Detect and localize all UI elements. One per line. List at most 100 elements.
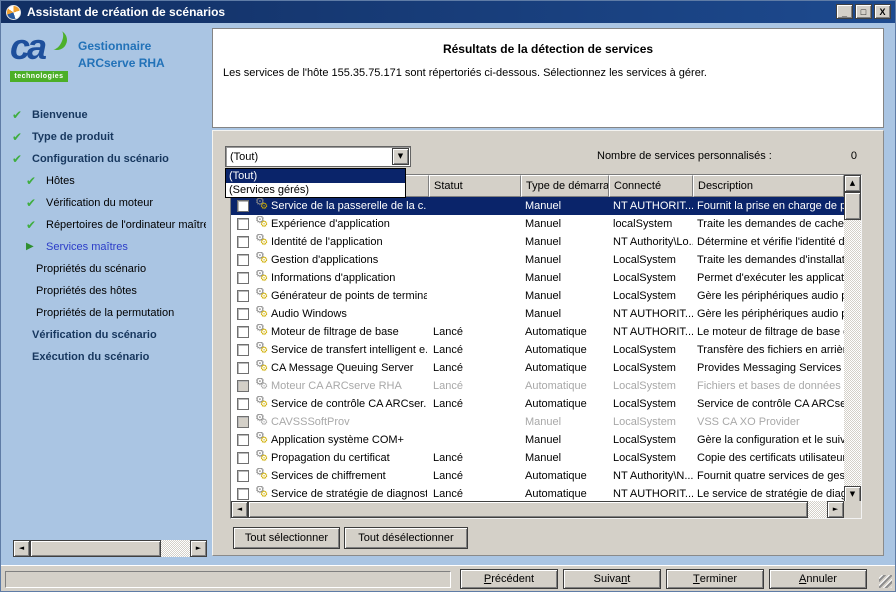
- service-checkbox-cell: [231, 308, 254, 320]
- service-description: Le moteur de filtrage de base es: [693, 326, 844, 338]
- service-row[interactable]: ⚙⚙ Service de contrôle CA ARCser... Lanc…: [231, 395, 844, 413]
- deselect-all-button[interactable]: Tout désélectionner: [344, 527, 468, 549]
- finish-button[interactable]: Terminer: [666, 569, 764, 589]
- wizard-step-type-de-produit[interactable]: ✔ Type de produit: [8, 126, 206, 148]
- column-header[interactable]: Description: [693, 175, 844, 197]
- service-gears-icon: ⚙⚙: [254, 324, 271, 340]
- service-filter-combobox[interactable]: (Tout) ▼: [225, 146, 411, 167]
- scroll-left-icon[interactable]: ◄: [231, 501, 248, 518]
- service-row[interactable]: ⚙⚙ CA Message Queuing Server Lancé Autom…: [231, 359, 844, 377]
- sidebar-hscrollbar[interactable]: ◄ ►: [13, 540, 207, 557]
- service-checkbox[interactable]: [237, 290, 249, 302]
- wizard-step-propri-t-s-du-sc-nario[interactable]: Propriétés du scénario: [8, 258, 206, 280]
- service-row[interactable]: ⚙⚙ Expérience d'application Manuel local…: [231, 215, 844, 233]
- service-row[interactable]: ⚙⚙ Gestion d'applications Manuel LocalSy…: [231, 251, 844, 269]
- step-label: Propriétés de la permutation: [36, 302, 174, 324]
- service-startup-type: Manuel: [521, 236, 609, 248]
- service-checkbox[interactable]: [237, 254, 249, 266]
- service-checkbox[interactable]: [237, 434, 249, 446]
- wizard-step-v-rification-du-moteur[interactable]: ✔ Vérification du moteur: [8, 192, 206, 214]
- service-row[interactable]: ⚙⚙ Audio Windows Manuel NT AUTHORIT... G…: [231, 305, 844, 323]
- service-row[interactable]: ⚙⚙ CAVSSSoftProv Manuel LocalSystem VSS …: [231, 413, 844, 431]
- service-row[interactable]: ⚙⚙ Moteur CA ARCserve RHA Lancé Automati…: [231, 377, 844, 395]
- service-name-cell: ⚙⚙ Moteur CA ARCserve RHA: [254, 378, 429, 394]
- service-checkbox[interactable]: [237, 470, 249, 482]
- current-step-arrow-icon: ▶: [26, 236, 46, 258]
- column-header[interactable]: Statut: [429, 175, 521, 197]
- scroll-left-icon[interactable]: ◄: [13, 540, 30, 557]
- wizard-step-propri-t-s-des-h-tes[interactable]: Propriétés des hôtes: [8, 280, 206, 302]
- wizard-step-propri-t-s-de-la-permutation[interactable]: Propriétés de la permutation: [8, 302, 206, 324]
- service-checkbox[interactable]: [237, 344, 249, 356]
- filter-option[interactable]: (Services gérés): [226, 183, 405, 197]
- service-checkbox[interactable]: [237, 218, 249, 230]
- wizard-step-services-ma-tres[interactable]: ▶ Services maîtres: [8, 236, 206, 258]
- next-button[interactable]: Suivant: [563, 569, 661, 589]
- service-name: Générateur de points de termina...: [271, 290, 427, 302]
- service-row[interactable]: ⚙⚙ Informations d'application Manuel Loc…: [231, 269, 844, 287]
- service-checkbox[interactable]: [237, 362, 249, 374]
- table-vscrollbar[interactable]: ▲ ▼: [844, 175, 861, 503]
- service-description: Gère les périphériques audio po: [693, 290, 844, 302]
- service-gears-icon: ⚙⚙: [254, 252, 271, 268]
- filter-option[interactable]: (Tout): [226, 169, 405, 183]
- service-row[interactable]: ⚙⚙ Service de transfert intelligent e...…: [231, 341, 844, 359]
- select-all-button[interactable]: Tout sélectionner: [233, 527, 340, 549]
- service-name-cell: ⚙⚙ Propagation du certificat: [254, 450, 429, 466]
- close-button[interactable]: X: [874, 4, 891, 19]
- table-hscrollbar[interactable]: ◄ ►: [231, 501, 844, 518]
- service-checkbox[interactable]: [237, 326, 249, 338]
- service-checkbox[interactable]: [237, 272, 249, 284]
- combobox-dropdown-icon[interactable]: ▼: [392, 148, 409, 165]
- service-row[interactable]: ⚙⚙ Générateur de points de termina... Ma…: [231, 287, 844, 305]
- service-checkbox[interactable]: [237, 488, 249, 500]
- resize-grip-icon[interactable]: [879, 575, 892, 588]
- service-row[interactable]: ⚙⚙ Moteur de filtrage de base Lancé Auto…: [231, 323, 844, 341]
- table-hscroll-track[interactable]: [808, 501, 827, 518]
- service-logon-account: localSystem: [609, 218, 693, 230]
- service-checkbox[interactable]: [237, 380, 249, 392]
- table-vscroll-thumb[interactable]: [844, 192, 861, 220]
- service-logon-account: LocalSystem: [609, 254, 693, 266]
- wizard-step-ex-cution-du-sc-nario[interactable]: Exécution du scénario: [8, 346, 206, 368]
- service-checkbox[interactable]: [237, 452, 249, 464]
- table-vscroll-track[interactable]: [844, 220, 861, 486]
- wizard-step-bienvenue[interactable]: ✔ Bienvenue: [8, 104, 206, 126]
- service-row[interactable]: ⚙⚙ Application système COM+ Manuel Local…: [231, 431, 844, 449]
- sidebar-hscroll-track[interactable]: [161, 540, 190, 557]
- service-checkbox[interactable]: [237, 200, 249, 212]
- scroll-right-icon[interactable]: ►: [190, 540, 207, 557]
- scroll-up-icon[interactable]: ▲: [844, 175, 861, 192]
- column-header[interactable]: Connecté: [609, 175, 693, 197]
- service-description: Gère la configuration et le suivi d: [693, 434, 844, 446]
- maximize-button[interactable]: □: [855, 4, 872, 19]
- service-row[interactable]: ⚙⚙ Propagation du certificat Lancé Manue…: [231, 449, 844, 467]
- service-checkbox-cell: [231, 200, 254, 212]
- cancel-button[interactable]: Annuler: [769, 569, 867, 589]
- service-row[interactable]: ⚙⚙ Service de la passerelle de la c... M…: [231, 197, 844, 215]
- service-checkbox[interactable]: [237, 308, 249, 320]
- table-hscroll-thumb[interactable]: [248, 501, 808, 518]
- services-panel: (Tout) ▼ (Tout)(Services gérés) Nombre d…: [212, 130, 884, 556]
- service-checkbox[interactable]: [237, 398, 249, 410]
- service-gears-icon: ⚙⚙: [254, 288, 271, 304]
- service-startup-type: Manuel: [521, 200, 609, 212]
- step-label: Vérification du moteur: [46, 192, 153, 214]
- wizard-step-v-rification-du-sc-nario[interactable]: Vérification du scénario: [8, 324, 206, 346]
- column-header[interactable]: Type de démarrage: [521, 175, 609, 197]
- service-checkbox[interactable]: [237, 416, 249, 428]
- service-gears-icon: ⚙⚙: [254, 450, 271, 466]
- service-name: Informations d'application: [271, 272, 427, 284]
- service-row[interactable]: ⚙⚙ Identité de l'application Manuel NT A…: [231, 233, 844, 251]
- scroll-right-icon[interactable]: ►: [827, 501, 844, 518]
- service-checkbox[interactable]: [237, 236, 249, 248]
- wizard-step-h-tes[interactable]: ✔ Hôtes: [8, 170, 206, 192]
- sidebar-hscroll-thumb[interactable]: [30, 540, 161, 557]
- wizard-step-r-pertoires-de-l-ordinateur-ma-tre[interactable]: ✔ Répertoires de l'ordinateur maître: [8, 214, 206, 236]
- service-gears-icon: ⚙⚙: [254, 486, 271, 502]
- wizard-step-configuration-du-sc-nario[interactable]: ✔ Configuration du scénario: [8, 148, 206, 170]
- service-name-cell: ⚙⚙ Audio Windows: [254, 306, 429, 322]
- previous-button[interactable]: Précédent: [460, 569, 558, 589]
- minimize-button[interactable]: _: [836, 4, 853, 19]
- service-row[interactable]: ⚙⚙ Services de chiffrement Lancé Automat…: [231, 467, 844, 485]
